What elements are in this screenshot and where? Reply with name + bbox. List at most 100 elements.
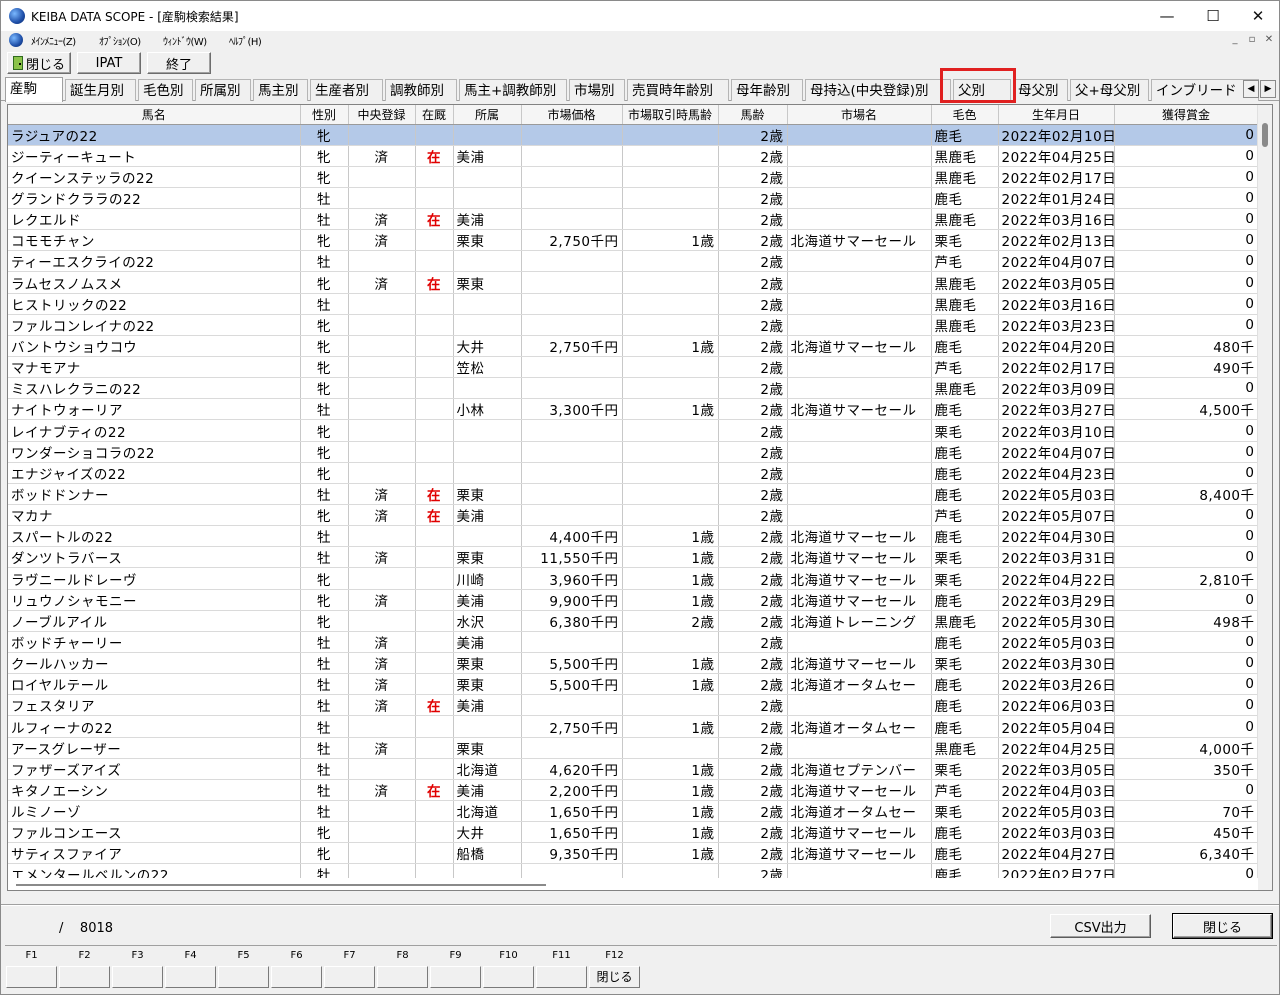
menu-main[interactable]: ﾒｲﾝﾒﾆｭｰ(Z) [31, 33, 76, 48]
table-row[interactable]: ダンツトラバース牡済 栗東 11,550千円 1歳 2歳 北海道サマーセール 栗毛 2022年… [8, 546, 1259, 569]
vertical-scroll-thumb[interactable] [1262, 123, 1268, 147]
column-header[interactable]: 獲得賞金 [1114, 105, 1259, 125]
column-header[interactable]: 馬齢 [718, 105, 788, 125]
table-row[interactable]: ティーエスクライの22 牡 2歳 芦毛 2022年04月07日 0 [8, 250, 1259, 273]
maximize-button[interactable]: ☐ [1190, 1, 1236, 31]
mdi-globe-icon[interactable] [9, 33, 23, 47]
csv-export-button[interactable]: CSV出力 [1050, 914, 1151, 938]
table-cell: 2歳 [718, 610, 788, 632]
table-row[interactable]: マカナ牝済在美浦 2歳 芦毛 2022年05月07日 0 [8, 504, 1259, 527]
table-row[interactable]: ナイトウォーリア牡 小林 3,300千円 1歳 2歳 北海道サマーセール 鹿毛 2022年03… [8, 398, 1259, 421]
horizontal-scroll-thumb[interactable] [16, 884, 546, 886]
column-header[interactable]: 毛色 [931, 105, 999, 125]
mdi-close-button[interactable]: ✕ [1261, 33, 1277, 47]
tab-5[interactable]: 生産者別 [310, 79, 383, 101]
results-grid[interactable]: 馬名 性別 中央登録 在厩 所属 市場価格 市場取引時馬齢 馬齢 市場名 毛色 生年月日 獲得賞金 ラ… [7, 104, 1273, 891]
table-cell [622, 377, 719, 400]
tab-scroll-left-icon[interactable]: ◀ [1243, 80, 1259, 98]
table-row[interactable]: マナモアナ牝 笠松 2歳 芦毛 2022年02月17日 490千 [8, 356, 1259, 379]
table-row[interactable]: クイーンステッラの22 牝 2歳 黒鹿毛 2022年02月17日 0 [8, 166, 1259, 188]
close-button[interactable]: 閉じる [1172, 913, 1273, 939]
table-row[interactable]: ボッドチャーリー牡済 美浦 2歳 鹿毛 2022年05月03日 0 [8, 631, 1259, 654]
table-row[interactable]: コモモチャン牝済 栗東 2,750千円 1歳 2歳 北海道サマーセール 栗毛 2022年02月… [8, 229, 1259, 252]
tab-13[interactable]: 母父別 [1013, 79, 1068, 101]
table-row[interactable]: ラヴニールドレーヴ牝 川崎 3,960千円 1歳 2歳 北海道サマーセール 栗毛 2022年0… [8, 567, 1259, 590]
mdi-minimize-button[interactable]: _ [1227, 33, 1243, 47]
table-row[interactable]: ロイヤルテール牡済 栗東 5,500千円 1歳 2歳 北海道オータムセー 鹿毛 2022年03… [8, 673, 1259, 696]
column-header[interactable]: 生年月日 [998, 105, 1115, 125]
mdi-restore-button[interactable]: ▫ [1244, 33, 1260, 47]
table-row[interactable]: レイナブティの22 牝 2歳 栗毛 2022年03月10日 0 [8, 419, 1259, 442]
column-header[interactable]: 市場価格 [521, 105, 623, 125]
table-row[interactable]: ラムセスノムスメ牝済在栗東 2歳 黒鹿毛 2022年03月05日 0 [8, 271, 1259, 294]
table-row[interactable]: リュウノシャモニー牝済 美浦 9,900千円 1歳 2歳 北海道サマーセール 鹿毛 2022年… [8, 589, 1259, 611]
tab-1[interactable]: 誕生月別 [65, 79, 136, 101]
column-header[interactable]: 市場名 [787, 105, 932, 125]
table-row[interactable]: フェスタリア牡済在美浦 2歳 鹿毛 2022年06月03日 0 [8, 694, 1259, 717]
vertical-scrollbar[interactable] [1257, 105, 1272, 890]
table-row[interactable]: ファルコンエース牝 大井 1,650千円 1歳 2歳 北海道サマーセール 鹿毛 2022年03… [8, 821, 1259, 844]
close-window-button[interactable]: ✕ [1235, 1, 1280, 31]
tab-9[interactable]: 売買時年齢別 [627, 79, 729, 101]
tab-12[interactable]: 父別 [953, 79, 1011, 101]
fkey-button[interactable] [324, 966, 375, 988]
fkey-button[interactable]: 閉じる [589, 966, 640, 988]
table-row[interactable]: ヒストリックの22 牡 2歳 黒鹿毛 2022年03月16日 0 [8, 293, 1259, 315]
column-header[interactable]: 馬名 [8, 105, 301, 125]
table-row[interactable]: ラジュアの22 牝 2歳 鹿毛 2022年02月10日 0 [8, 124, 1259, 146]
table-row[interactable]: スパートルの22 牡 4,400千円 1歳 2歳 北海道サマーセール 鹿毛 2022年04月3… [8, 525, 1259, 548]
column-header[interactable]: 所属 [453, 105, 522, 125]
tab-2[interactable]: 毛色別 [138, 79, 193, 101]
column-header[interactable]: 中央登録 [348, 105, 416, 125]
column-header[interactable]: 性別 [300, 105, 349, 125]
fkey-button[interactable] [6, 966, 57, 988]
fkey-button[interactable] [536, 966, 587, 988]
table-row[interactable]: キタノエーシン牡済在美浦 2,200千円 1歳 2歳 北海道サマーセール 芦毛 2022年0… [8, 779, 1259, 802]
toolbar-close-button[interactable]: 閉じる [7, 52, 71, 74]
table-row[interactable]: ミスハレクラニの22 牝 2歳 黒鹿毛 2022年03月09日 0 [8, 377, 1259, 400]
tab-scroll-right-icon[interactable]: ▶ [1260, 80, 1276, 98]
tab-10[interactable]: 母年齢別 [731, 79, 803, 101]
table-row[interactable]: バントウショウコウ牝 大井 2,750千円 1歳 2歳 北海道サマーセール 鹿毛 2022年0… [8, 335, 1259, 358]
table-row[interactable]: エナジャイズの22 牝 2歳 鹿毛 2022年04月23日 0 [8, 462, 1259, 484]
table-row[interactable]: クールハッカー牡済 栗東 5,500千円 1歳 2歳 北海道サマーセール 栗毛 2022年03… [8, 652, 1259, 675]
fkey-button[interactable] [112, 966, 163, 988]
fkey-button[interactable] [483, 966, 534, 988]
table-row[interactable]: グランドクララの22 牡 2歳 鹿毛 2022年01月24日 0 [8, 187, 1259, 210]
table-row[interactable]: ファルコンレイナの22 牝 2歳 黒鹿毛 2022年03月23日 0 [8, 314, 1259, 336]
tab-4[interactable]: 馬主別 [253, 79, 308, 101]
horizontal-scrollbar[interactable] [8, 878, 1258, 890]
column-header[interactable]: 在厩 [415, 105, 454, 125]
menu-options[interactable]: ｵﾌﾟｼｮﾝ(O) [99, 33, 141, 48]
tab-6[interactable]: 調教師別 [385, 79, 457, 101]
fkey-button[interactable] [218, 966, 269, 988]
fkey-button[interactable] [271, 966, 322, 988]
fkey-button[interactable] [59, 966, 110, 988]
exit-button[interactable]: 終了 [147, 52, 211, 74]
menu-window[interactable]: ｳｨﾝﾄﾞｳ(W) [163, 33, 207, 48]
table-row[interactable]: サティスファイア牝 船橋 9,350千円 1歳 2歳 北海道サマーセール 鹿毛 2022年04… [8, 842, 1259, 865]
tab-7[interactable]: 馬主+調教師別 [459, 79, 567, 101]
fkey-button[interactable] [377, 966, 428, 988]
fkey-button[interactable] [165, 966, 216, 988]
table-row[interactable]: ワンダーショコラの22 牝 2歳 鹿毛 2022年04月07日 0 [8, 441, 1259, 463]
table-row[interactable]: レクエルド牡済在美浦 2歳 黒鹿毛 2022年03月16日 0 [8, 208, 1259, 231]
tab-8[interactable]: 市場別 [569, 79, 625, 101]
minimize-button[interactable]: — [1144, 1, 1190, 31]
table-row[interactable]: ルフィーナの22 牡 2,750千円 1歳 2歳 北海道オータムセー 鹿毛 2022年05月0… [8, 715, 1259, 738]
table-row[interactable]: ファザーズアイズ牡 北海道 4,620千円 1歳 2歳 北海道セプテンバー 栗毛 2022年0… [8, 758, 1259, 780]
column-header[interactable]: 市場取引時馬齢 [622, 105, 719, 125]
tab-11[interactable]: 母持込(中央登録)別 [805, 79, 951, 101]
table-cell: ルフィーナの22 [8, 715, 301, 738]
tab-0[interactable]: 産駒 [5, 77, 63, 102]
table-row[interactable]: ジーティーキュート牝済在美浦 2歳 黒鹿毛 2022年04月25日 0 [8, 145, 1259, 167]
table-row[interactable]: アースグレーザー牡済 栗東 2歳 黒鹿毛 2022年04月25日 4,000千 [8, 737, 1259, 759]
table-row[interactable]: ルミノーゾ牡 北海道 1,650千円 1歳 2歳 北海道オータムセー 栗毛 2022年05月0… [8, 800, 1259, 823]
table-row[interactable]: ボッドドンナー牡済在栗東 2歳 鹿毛 2022年05月03日 8,400千 [8, 483, 1259, 506]
ipat-button[interactable]: IPAT [77, 52, 141, 74]
tab-3[interactable]: 所属別 [195, 79, 251, 101]
table-row[interactable]: ノーブルアイル牝水沢 6,380千円 2歳 2歳 北海道トレーニング 黒鹿毛 2022年05… [8, 610, 1259, 632]
menu-help[interactable]: ﾍﾙﾌﾟ(H) [229, 33, 262, 48]
fkey-button[interactable] [430, 966, 481, 988]
tab-14[interactable]: 父+母父別 [1070, 79, 1149, 101]
